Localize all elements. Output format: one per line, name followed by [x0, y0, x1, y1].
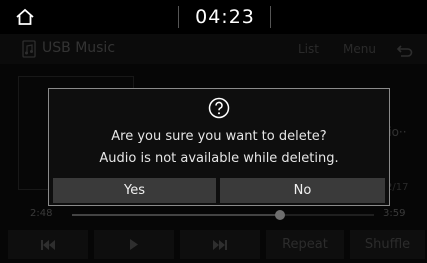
dialog-message-line2: Audio is not available while deleting. [99, 151, 339, 166]
status-separator [178, 6, 179, 28]
question-icon [208, 97, 230, 119]
clock: 04:23 [195, 6, 255, 28]
no-button[interactable]: No [220, 178, 385, 203]
home-button[interactable] [6, 3, 44, 31]
screen: 04:23 USB Music List Menu sio·· 2/17 2:4… [0, 0, 427, 263]
yes-button[interactable]: Yes [53, 178, 216, 203]
status-bar: 04:23 [0, 0, 427, 34]
home-icon [16, 8, 34, 25]
dialog-message-line1: Are you sure you want to delete? [111, 129, 327, 144]
delete-confirm-dialog: Are you sure you want to delete? Audio i… [48, 88, 390, 206]
status-separator [270, 6, 271, 28]
